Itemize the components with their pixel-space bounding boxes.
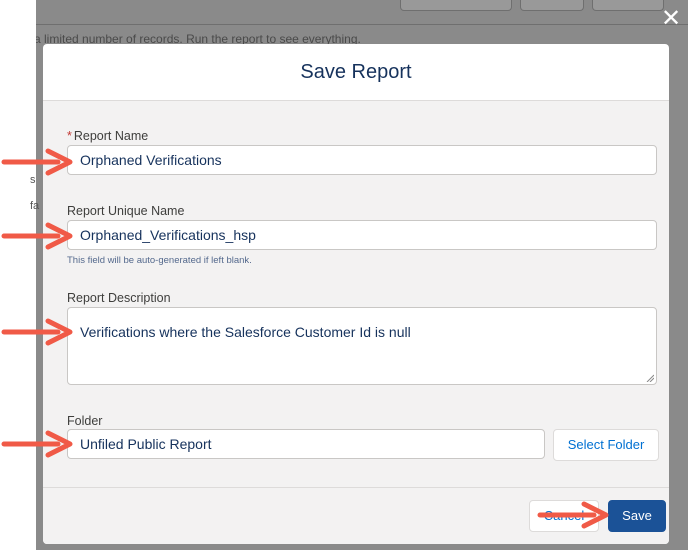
background-button: [400, 0, 512, 11]
report-description-textarea[interactable]: Verifications where the Salesforce Custo…: [67, 307, 657, 385]
save-report-modal: Save Report * Report Name Orphaned Verifi…: [43, 44, 669, 544]
annotation-arrow-icon: [1, 430, 73, 458]
background-button: [520, 0, 584, 11]
annotation-arrow-icon: [1, 318, 73, 346]
annotation-arrow-icon: [537, 501, 609, 529]
close-icon[interactable]: ✕: [658, 6, 684, 32]
resize-grip-icon[interactable]: [646, 374, 654, 382]
annotation-arrow-icon: [1, 148, 73, 176]
unique-name-hint: This field will be auto-generated if lef…: [67, 255, 252, 266]
folder-input[interactable]: Unfiled Public Report: [67, 429, 545, 459]
required-marker: *: [67, 129, 72, 143]
select-folder-button[interactable]: Select Folder: [553, 429, 659, 461]
save-button[interactable]: Save: [608, 500, 666, 532]
background-text-fragment: fa: [30, 200, 40, 212]
report-name-input[interactable]: Orphaned Verifications: [67, 145, 657, 175]
background-button: [592, 0, 664, 11]
report-unique-name-input[interactable]: Orphaned_Verifications_hsp: [67, 220, 657, 250]
annotation-arrow-icon: [1, 222, 73, 250]
folder-label: Folder: [67, 414, 103, 428]
modal-body: * Report Name Orphaned Verifications Repo…: [43, 101, 669, 488]
background-divider: [36, 24, 688, 25]
report-unique-name-label: Report Unique Name: [67, 204, 185, 218]
report-name-label: * Report Name: [67, 129, 149, 143]
report-description-text: Verifications where the Salesforce Custo…: [80, 324, 411, 340]
modal-title: Save Report: [43, 44, 669, 101]
page-edge: [0, 0, 36, 550]
report-description-label: Report Description: [67, 291, 171, 305]
